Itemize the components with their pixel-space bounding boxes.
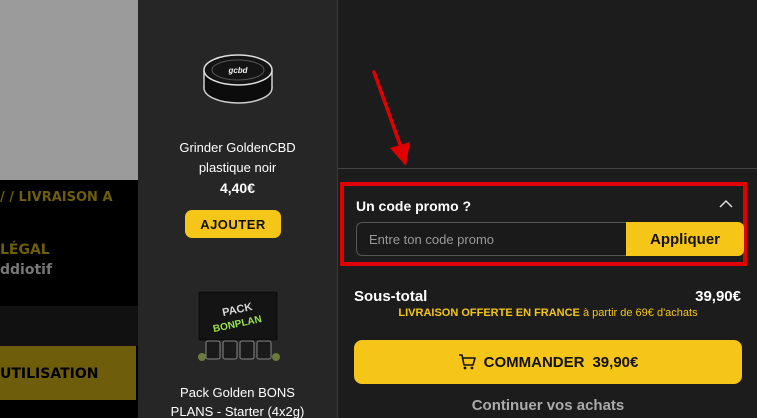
cart-panel: Un code promo ? Entre ton code promo App… <box>337 0 757 418</box>
add-to-cart-button[interactable]: AJOUTER <box>185 210 281 238</box>
order-label: COMMANDER <box>483 353 585 371</box>
chevron-up-icon[interactable] <box>719 199 733 209</box>
svg-text:gcbd: gcbd <box>227 66 248 75</box>
promo-code-section: Un code promo ? Entre ton code promo App… <box>340 182 747 266</box>
breadcrumb: / / LIVRAISON A <box>0 190 113 205</box>
pack-image: PACK BONPLAN <box>197 290 280 361</box>
continue-shopping-link[interactable]: Continuer vos achats <box>338 397 757 414</box>
app-root: / / LIVRAISON A LÉGAL ddiotif UTILISATIO… <box>0 0 757 418</box>
legal-heading: LÉGAL <box>0 242 50 258</box>
promo-title: Un code promo ? <box>356 198 472 214</box>
free-shipping-note: LIVRAISON OFFERTE EN FRANCE à partir de … <box>338 307 757 319</box>
product-name-line1: Grinder GoldenCBD <box>179 140 296 155</box>
addictive-text: ddiotif <box>0 262 53 278</box>
order-amount: 39,90€ <box>592 353 639 371</box>
product-name-line2: plastique noir <box>198 160 277 175</box>
background-page: / / LIVRAISON A LÉGAL ddiotif UTILISATIO… <box>0 0 138 418</box>
free-shipping-condition: à partir de 69€ d'achats <box>579 307 698 319</box>
product-name-line1: Pack Golden BONS <box>180 385 295 400</box>
arrow-annotation <box>372 70 410 166</box>
background-band <box>0 306 138 346</box>
promo-code-input[interactable]: Entre ton code promo <box>356 222 628 256</box>
usage-label: UTILISATION <box>0 366 99 382</box>
apply-button[interactable]: Appliquer <box>626 222 744 256</box>
subtotal-label: Sous-total <box>354 288 428 305</box>
grinder-image: gcbd <box>202 54 273 104</box>
cart-icon <box>458 354 476 370</box>
product-name-line2: PLANS - Starter (4x2g) <box>170 404 305 418</box>
free-shipping-highlight: LIVRAISON OFFERTE EN FRANCE <box>398 307 580 319</box>
product-suggestions: gcbd Grinder GoldenCBD plastique noir 4,… <box>138 0 337 418</box>
product-price: 4,40€ <box>219 180 256 196</box>
subtotal-value: 39,90€ <box>695 288 741 305</box>
order-button[interactable]: COMMANDER 39,90€ <box>354 340 742 384</box>
